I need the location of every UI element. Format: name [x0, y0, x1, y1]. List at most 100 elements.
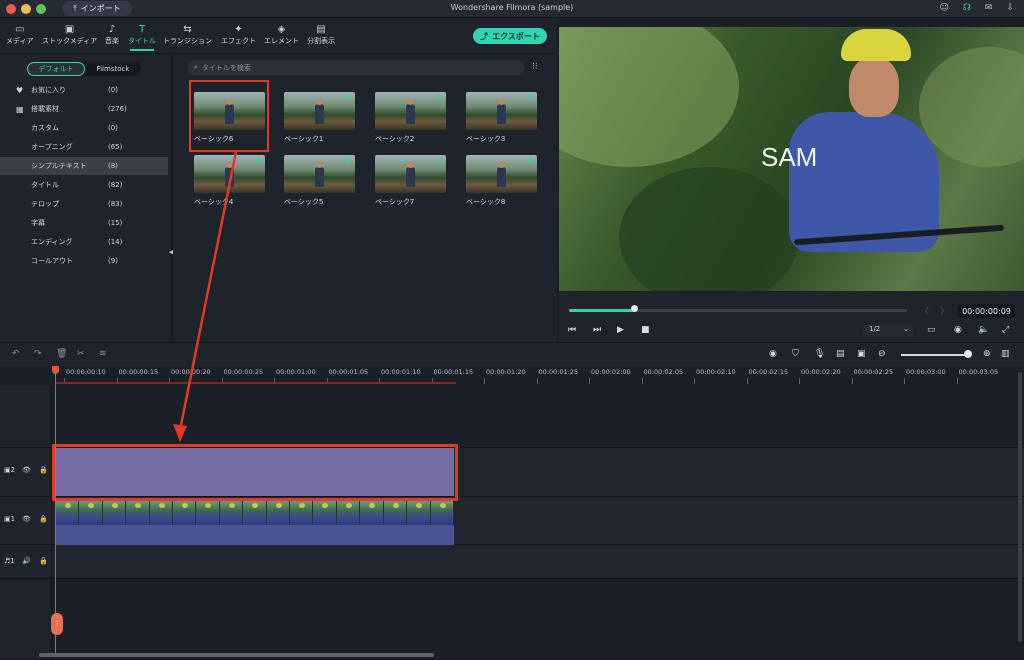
- lock-icon[interactable]: 🔒: [39, 466, 48, 474]
- stop-icon[interactable]: ■: [641, 325, 650, 335]
- monitor-icon[interactable]: ▭: [927, 325, 936, 335]
- playhead-cap[interactable]: [52, 366, 59, 374]
- video-frame-thumbnail: [266, 501, 291, 525]
- download-icon[interactable]: ⬇: [527, 156, 534, 165]
- vertical-scrollbar[interactable]: [1018, 372, 1022, 642]
- title-thumbnail[interactable]: ⬇: [284, 92, 355, 130]
- scrubber-handle[interactable]: [631, 305, 638, 312]
- video-clip-frames: [56, 501, 454, 525]
- zoom-out-icon[interactable]: ⊖: [878, 349, 886, 359]
- step-forward-icon[interactable]: ⏭: [593, 325, 601, 335]
- account-icon[interactable]: ☺: [940, 3, 949, 13]
- segment-default[interactable]: デフォルト: [27, 62, 85, 76]
- export-button[interactable]: ⤴ エクスポート: [473, 28, 547, 44]
- title-thumbnail[interactable]: ⬇: [375, 155, 446, 193]
- download-icon[interactable]: ⬇: [345, 156, 352, 165]
- ruler-tick-label: 00:00:02:05: [643, 368, 684, 376]
- category-ending[interactable]: エンディング (14): [0, 233, 168, 251]
- segment-filmstock[interactable]: Filmstock: [85, 62, 141, 76]
- layout-icon[interactable]: ▥: [1001, 349, 1010, 359]
- tab-transitions[interactable]: ⇆ トランジション: [163, 23, 212, 46]
- zoom-in-icon[interactable]: ⊕: [983, 349, 991, 359]
- search-input[interactable]: ⌕ タイトルを検索: [188, 60, 524, 75]
- window-title: Wondershare Filmora (sample): [450, 3, 574, 12]
- playhead-handle[interactable]: ⁝: [51, 613, 63, 635]
- category-custom[interactable]: カスタム (0): [0, 119, 168, 137]
- redo-icon[interactable]: ↷: [34, 349, 42, 359]
- import-button[interactable]: ⤒ インポート: [62, 1, 132, 16]
- category-favorites[interactable]: ♥ お気に入り (0): [0, 81, 168, 99]
- title-thumbnail[interactable]: ⬇: [375, 92, 446, 130]
- lock-icon[interactable]: 🔒: [39, 515, 48, 523]
- step-back-icon[interactable]: ⏮: [568, 325, 576, 335]
- tab-stock-media[interactable]: ▣ ストックメディア: [42, 23, 97, 46]
- category-callout[interactable]: コールアウト (9): [0, 252, 168, 270]
- snapshot-icon[interactable]: ◉: [954, 325, 962, 335]
- close-window-button[interactable]: [6, 4, 16, 14]
- voiceover-icon[interactable]: ▤: [836, 349, 845, 359]
- tab-music[interactable]: ♪ 音楽: [105, 23, 119, 46]
- visibility-icon[interactable]: 👁: [22, 515, 31, 523]
- grid-view-icon[interactable]: ⁝⁝: [532, 62, 538, 72]
- download-icon[interactable]: ⬇: [436, 93, 443, 102]
- delete-icon[interactable]: 🗑: [56, 349, 67, 359]
- tab-elements[interactable]: ◈ エレメント: [264, 23, 299, 46]
- video-clip[interactable]: [56, 501, 454, 545]
- empty-track: [0, 386, 1024, 448]
- ruler-tick-label: 00:00:00:20: [171, 368, 211, 376]
- title-icon: T: [138, 24, 146, 35]
- highlight-box-thumbnail: [189, 80, 269, 152]
- download-icon[interactable]: ⇩: [1006, 3, 1014, 13]
- title-thumbnail[interactable]: ⬇: [466, 92, 537, 130]
- ruler-tick-label: 00:00:01:25: [538, 368, 579, 376]
- subtitle-icon[interactable]: ▣: [857, 349, 866, 359]
- preview-scrubber[interactable]: [569, 309, 907, 312]
- download-icon[interactable]: ⬇: [345, 93, 352, 102]
- preview-viewer[interactable]: SAM: [559, 27, 1024, 291]
- volume-icon[interactable]: 🔈: [978, 325, 989, 335]
- minimize-window-button[interactable]: [21, 4, 31, 14]
- ruler-tick: [536, 378, 538, 384]
- zoom-slider-handle[interactable]: [964, 350, 972, 358]
- horizontal-scrollbar[interactable]: [39, 653, 434, 657]
- ruler-tick: [641, 378, 643, 384]
- mail-icon[interactable]: ✉: [985, 3, 993, 13]
- title-thumbnail[interactable]: ⬇: [284, 155, 355, 193]
- ruler-tick-label: 00:00:02:15: [748, 368, 789, 376]
- category-builtin[interactable]: ▦ 搭載素材 (276): [0, 100, 168, 118]
- download-icon[interactable]: ⬇: [255, 156, 262, 165]
- mark-in-icon[interactable]: 〈: [920, 304, 929, 317]
- tab-titles[interactable]: T タイトル: [128, 23, 156, 51]
- category-opening[interactable]: オープニング (65): [0, 138, 168, 156]
- category-subtitles[interactable]: 字幕 (15): [0, 214, 168, 232]
- render-icon[interactable]: ◉: [769, 349, 777, 359]
- microphone-icon[interactable]: 🎙: [814, 349, 825, 359]
- preview-title-text: SAM: [761, 142, 818, 172]
- speaker-icon[interactable]: 🔊: [22, 557, 31, 565]
- timeline-zoom-slider[interactable]: [901, 354, 971, 356]
- ruler-tick: [694, 378, 695, 384]
- lock-icon[interactable]: 🔒: [39, 557, 48, 565]
- preview-zoom-select[interactable]: 1/2 ⌄: [863, 325, 913, 337]
- category-simple-text[interactable]: シンプルテキスト (8): [0, 157, 168, 175]
- category-telop[interactable]: テロップ (83): [0, 195, 168, 213]
- download-icon[interactable]: ⬇: [527, 93, 534, 102]
- category-title[interactable]: タイトル (82): [0, 176, 168, 194]
- title-thumbnail[interactable]: ⬇: [194, 155, 265, 193]
- cut-icon[interactable]: ✂: [77, 349, 85, 359]
- tab-media[interactable]: ▭ メディア: [6, 23, 34, 46]
- zoom-window-button[interactable]: [36, 4, 46, 14]
- play-icon[interactable]: ▶: [617, 325, 624, 335]
- visibility-icon[interactable]: 👁: [22, 466, 31, 474]
- video-frame-thumbnail: [126, 501, 150, 525]
- support-icon[interactable]: ☊: [963, 3, 971, 13]
- tab-effects[interactable]: ✦ エフェクト: [221, 23, 256, 46]
- undo-icon[interactable]: ↶: [12, 349, 20, 359]
- mark-out-icon[interactable]: 〉: [940, 304, 949, 317]
- title-thumbnail[interactable]: ⬇: [466, 155, 537, 193]
- fullscreen-icon[interactable]: ⤢: [1002, 325, 1009, 335]
- adjust-icon[interactable]: ≋: [99, 349, 107, 359]
- marker-icon[interactable]: ⛉: [792, 349, 799, 359]
- tab-split-screen[interactable]: ▤ 分割表示: [307, 23, 335, 46]
- download-icon[interactable]: ⬇: [436, 156, 443, 165]
